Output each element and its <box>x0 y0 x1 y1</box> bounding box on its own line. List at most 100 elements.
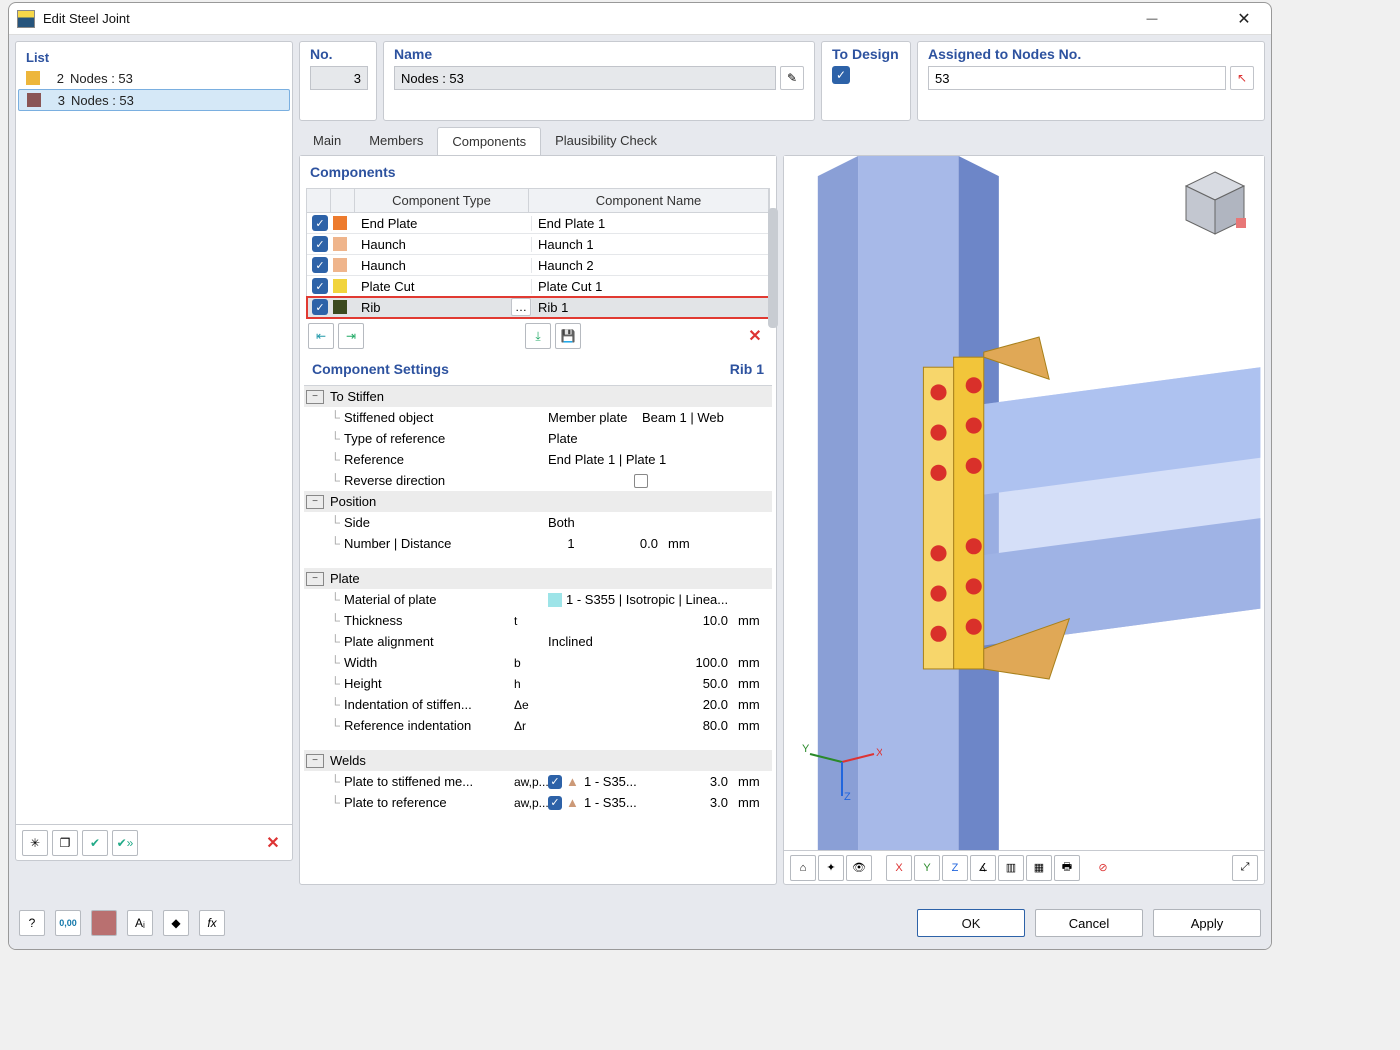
tab-main[interactable]: Main <box>299 127 355 155</box>
collapse-icon[interactable]: − <box>306 495 324 509</box>
vt-print-icon[interactable]: 🖶 <box>1054 855 1080 881</box>
list-row[interactable]: 2 Nodes : 53 <box>18 67 290 89</box>
prop-value[interactable]: 3.0 <box>674 795 734 810</box>
component-row[interactable]: ✓ Haunch Haunch 2 <box>307 255 769 276</box>
prop-mat[interactable]: 1 - S35... <box>580 774 674 789</box>
row-type: Haunch <box>357 237 531 252</box>
prop-num[interactable]: 1 <box>544 536 604 551</box>
close-button[interactable]: ✕ <box>1221 4 1267 34</box>
vt-eye-icon[interactable]: 👁 <box>846 855 872 881</box>
save-button[interactable]: 💾 <box>555 323 581 349</box>
vt-expand-icon[interactable]: ⤢ <box>1232 855 1258 881</box>
view-cube-icon[interactable] <box>1180 168 1250 238</box>
delete-row-button[interactable]: ✕ <box>742 323 768 349</box>
font-button[interactable]: Aᵢ <box>127 910 153 936</box>
prop-symbol: h <box>514 677 544 691</box>
reverse-checkbox[interactable] <box>634 474 648 488</box>
export-button[interactable]: ⤓ <box>525 323 551 349</box>
row-checkbox[interactable]: ✓ <box>312 257 328 273</box>
cancel-button[interactable]: Cancel <box>1035 909 1143 937</box>
list-row[interactable]: 3 Nodes : 53 <box>18 89 290 111</box>
assigned-input[interactable] <box>928 66 1226 90</box>
check-all-button[interactable]: ✔ <box>82 830 108 856</box>
row-type: End Plate <box>357 216 531 231</box>
tab-members[interactable]: Members <box>355 127 437 155</box>
prop-value[interactable]: 1 - S355 | Isotropic | Linea... <box>544 592 772 608</box>
color-button[interactable] <box>91 910 117 936</box>
prop-value[interactable]: Both <box>544 515 772 530</box>
delete-button[interactable]: ✕ <box>260 830 286 856</box>
prop-value[interactable]: 80.0 <box>674 718 734 733</box>
vt-reset-icon[interactable]: ⌂ <box>790 855 816 881</box>
collapse-icon[interactable]: − <box>306 754 324 768</box>
row-checkbox[interactable]: ✓ <box>312 278 328 294</box>
vt-iso-icon[interactable]: ∡ <box>970 855 996 881</box>
vt-view1-icon[interactable]: ▥ <box>998 855 1024 881</box>
tab-plausibility[interactable]: Plausibility Check <box>541 127 671 155</box>
list-body: 2 Nodes : 53 3 Nodes : 53 <box>16 67 292 824</box>
insert-after-button[interactable]: ⇥ <box>338 323 364 349</box>
dialog-buttons: ? 0,00 Aᵢ ◆ fx OK Cancel Apply <box>15 903 1265 943</box>
apply-button[interactable]: Apply <box>1153 909 1261 937</box>
row-checkbox[interactable]: ✓ <box>312 299 328 315</box>
minimize-button[interactable]: — <box>1129 4 1175 34</box>
list-swatch-icon <box>26 71 40 85</box>
prop-value[interactable]: Plate <box>544 431 772 446</box>
prop-value[interactable]: 50.0 <box>674 676 734 691</box>
fx-button[interactable]: fx <box>199 910 225 936</box>
prop-value[interactable]: End Plate 1 | Plate 1 <box>544 452 772 467</box>
viewport-3d[interactable]: X Y Z <box>784 156 1264 850</box>
prop-unit: mm <box>734 697 772 712</box>
row-checkbox[interactable]: ✓ <box>312 236 328 252</box>
vt-axis-icon[interactable]: ✦ <box>818 855 844 881</box>
units-button[interactable]: 0,00 <box>55 910 81 936</box>
copy-button[interactable]: ❐ <box>52 830 78 856</box>
component-row[interactable]: ✓ Rib … Rib 1 <box>307 297 769 318</box>
help-button[interactable]: ? <box>19 910 45 936</box>
collapse-icon[interactable]: − <box>306 390 324 404</box>
prop-value[interactable]: 3.0 <box>674 774 734 789</box>
prop-value[interactable]: Inclined <box>544 634 772 649</box>
row-options-icon[interactable]: … <box>511 298 531 316</box>
maximize-button[interactable] <box>1175 4 1221 34</box>
edit-name-icon[interactable]: ✎ <box>780 66 804 90</box>
components-title: Components <box>300 156 776 188</box>
component-row[interactable]: ✓ Haunch Haunch 1 <box>307 234 769 255</box>
prop-label: Thickness <box>344 613 514 628</box>
vt-z-icon[interactable]: Z <box>942 855 968 881</box>
tab-components[interactable]: Components <box>437 127 541 155</box>
collapse-icon[interactable]: − <box>306 572 324 586</box>
weld-check[interactable]: ✓ <box>548 796 562 810</box>
insert-before-button[interactable]: ⇤ <box>308 323 334 349</box>
row-swatch-icon <box>333 237 347 251</box>
prop-value[interactable]: 10.0 <box>674 613 734 628</box>
component-row[interactable]: ✓ Plate Cut Plate Cut 1 <box>307 276 769 297</box>
ok-button[interactable]: OK <box>917 909 1025 937</box>
row-checkbox[interactable]: ✓ <box>312 215 328 231</box>
vt-x-icon[interactable]: X <box>886 855 912 881</box>
prop-value[interactable]: Member plate <box>548 410 627 425</box>
weld-check[interactable]: ✓ <box>548 775 562 789</box>
scrollbar[interactable] <box>768 208 778 328</box>
new-button[interactable]: ✳ <box>22 830 48 856</box>
copy-check-button[interactable]: ✔» <box>112 830 138 856</box>
tabs: Main Members Components Plausibility Che… <box>299 127 1265 155</box>
components-panel: Components Component Type Component Name… <box>299 155 777 885</box>
vt-view2-icon[interactable]: ▦ <box>1026 855 1052 881</box>
window-title: Edit Steel Joint <box>43 11 1129 26</box>
layer-button[interactable]: ◆ <box>163 910 189 936</box>
to-design-checkbox[interactable]: ✓ <box>832 66 850 84</box>
prop-label: Type of reference <box>344 431 514 446</box>
row-swatch-icon <box>333 258 347 272</box>
component-row[interactable]: ✓ End Plate End Plate 1 <box>307 213 769 234</box>
prop-value[interactable]: 20.0 <box>674 697 734 712</box>
vt-disable-icon[interactable]: ⊘ <box>1090 855 1116 881</box>
pick-nodes-icon[interactable]: ↖ <box>1230 66 1254 90</box>
name-input[interactable] <box>394 66 776 90</box>
prop-mat[interactable]: 1 - S35... <box>580 795 674 810</box>
no-input[interactable] <box>310 66 368 90</box>
vt-y-icon[interactable]: Y <box>914 855 940 881</box>
prop-dist[interactable]: 0.0 <box>604 536 664 551</box>
prop-value[interactable]: 100.0 <box>674 655 734 670</box>
prop-label: Plate to stiffened me... <box>344 774 514 789</box>
